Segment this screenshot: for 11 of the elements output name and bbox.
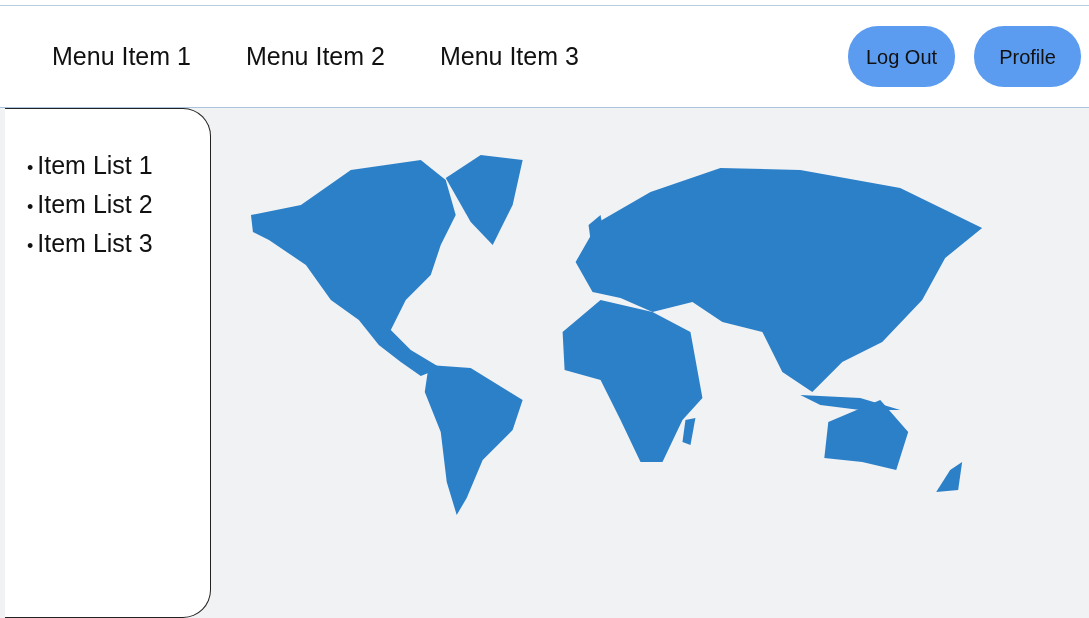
bullet-icon: • (27, 236, 34, 256)
menu-item[interactable]: Menu Item 2 (245, 37, 385, 76)
header-button[interactable]: Log Out (848, 26, 955, 87)
bullet-icon: • (27, 158, 34, 178)
header-button[interactable]: Profile (974, 26, 1081, 87)
menu-item[interactable]: Menu Item 3 (439, 37, 579, 76)
menu-item[interactable]: Menu Item 1 (52, 37, 191, 76)
list-item[interactable]: Item List 3 (37, 229, 153, 257)
list-item[interactable]: Item List 1 (37, 151, 153, 179)
list-item[interactable]: Item List 2 (37, 190, 153, 218)
bullet-icon: • (27, 197, 34, 217)
